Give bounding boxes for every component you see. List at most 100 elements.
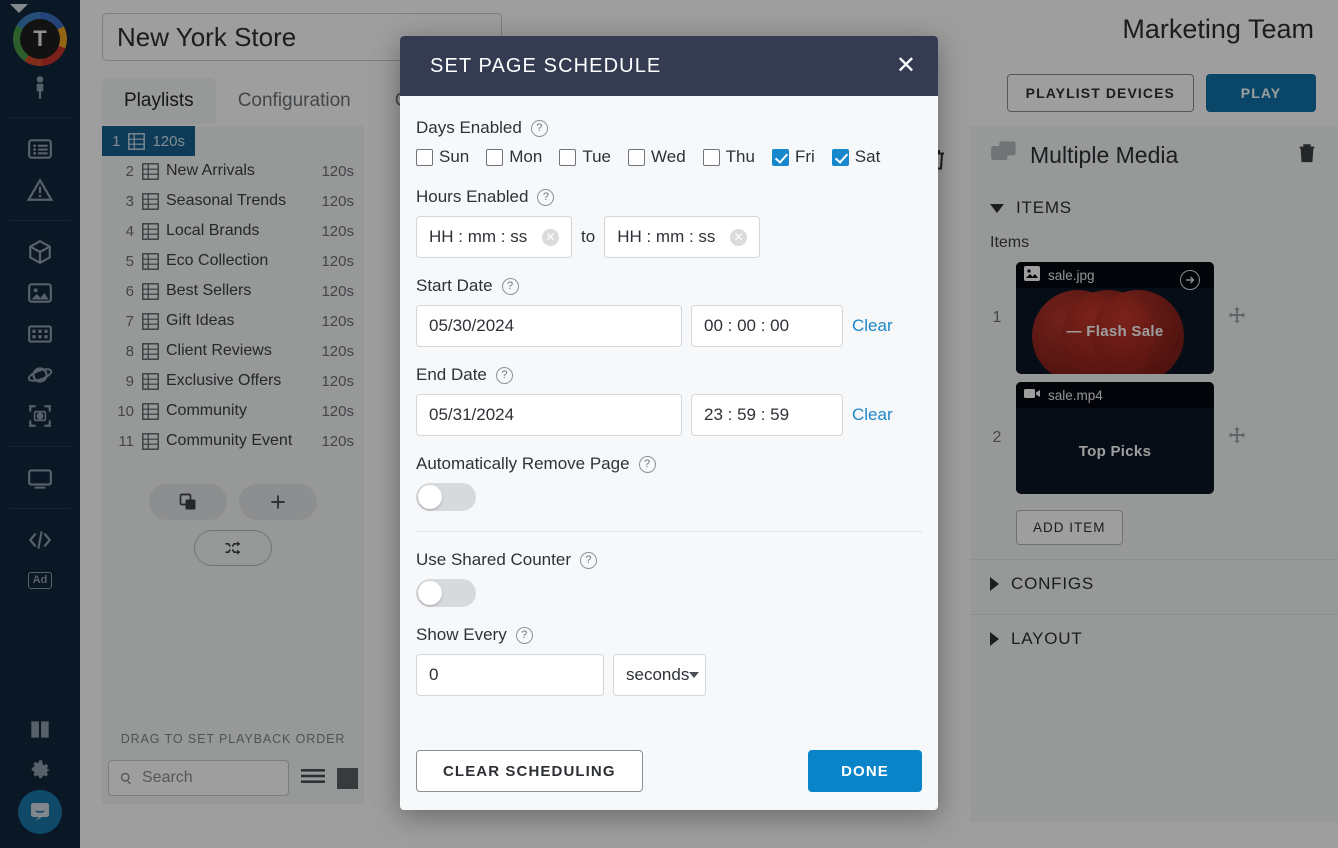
playlist-row[interactable]: 10 Community 120s [102, 396, 364, 426]
playlist-row[interactable]: 2 New Arrivals 120s [102, 156, 364, 186]
day-checkbox-sat[interactable]: Sat [831, 147, 881, 167]
ad-icon[interactable]: Ad [0, 560, 80, 601]
person-icon[interactable] [0, 66, 80, 107]
day-label: Sat [854, 147, 881, 166]
media-item-thumbnail[interactable]: sale.jpg — Flash Sale [1016, 262, 1214, 374]
end-time-input[interactable]: 23 : 59 : 59 [691, 394, 843, 436]
delete-component-icon[interactable] [1296, 142, 1318, 169]
end-date-input[interactable]: 05/31/2024 [416, 394, 682, 436]
help-icon[interactable]: ? [579, 551, 597, 569]
list-view-icon[interactable] [300, 766, 326, 791]
start-time-input[interactable]: 00 : 00 : 00 [691, 305, 843, 347]
intercom-icon[interactable] [18, 790, 62, 834]
shuffle-button[interactable] [194, 530, 272, 566]
day-checkbox-fri[interactable]: Fri [771, 147, 815, 167]
drag-handle-icon[interactable] [1226, 305, 1248, 332]
help-icon[interactable]: ? [501, 277, 519, 295]
properties-header: Multiple Media [970, 126, 1338, 184]
show-every-label: Show Every ? [416, 625, 922, 645]
toggle-knob [418, 485, 442, 509]
help-icon[interactable]: ? [495, 366, 513, 384]
grid-icon[interactable] [0, 313, 80, 354]
list-icon[interactable] [0, 128, 80, 169]
header-buttons: PLAYLIST DEVICES PLAY [1006, 74, 1316, 112]
duplicate-page-button[interactable] [149, 484, 227, 520]
day-checkbox-thu[interactable]: Thu [702, 147, 755, 167]
play-button[interactable]: PLAY [1206, 74, 1316, 112]
start-date-clear-link[interactable]: Clear [852, 316, 893, 336]
day-checkbox-tue[interactable]: Tue [559, 147, 611, 167]
page-grid-icon [142, 342, 159, 360]
screen-icon[interactable] [0, 457, 80, 498]
auto-remove-toggle[interactable] [416, 483, 476, 511]
start-date-row: 05/30/2024 00 : 00 : 00 Clear [416, 305, 922, 347]
image-icon[interactable] [0, 272, 80, 313]
help-icon[interactable]: ? [530, 119, 548, 137]
gear-icon[interactable] [0, 749, 80, 790]
day-label: Tue [582, 147, 611, 166]
day-checkbox-mon[interactable]: Mon [486, 147, 542, 167]
show-every-input[interactable]: 0 [416, 654, 604, 696]
avatar[interactable]: T [13, 12, 67, 66]
playlist-row-name: Client Reviews [166, 342, 272, 359]
end-date-clear-link[interactable]: Clear [852, 405, 893, 425]
book-icon[interactable] [0, 708, 80, 749]
playlist-row-name: Exclusive Offers [166, 372, 282, 389]
help-icon[interactable]: ? [537, 188, 555, 206]
close-icon[interactable]: ✕ [896, 54, 916, 78]
clear-icon[interactable]: ✕ [542, 228, 559, 246]
capture-icon[interactable] [0, 395, 80, 436]
day-checkbox-sun[interactable]: Sun [416, 147, 469, 167]
planet-icon[interactable] [0, 354, 80, 395]
page-grid-icon [142, 402, 159, 420]
hours-from-input[interactable]: HH : mm : ss ✕ [416, 216, 572, 258]
playlist-row-duration: 120s [321, 432, 354, 450]
hours-to-input[interactable]: HH : mm : ss ✕ [604, 216, 761, 258]
playlist-row[interactable]: 11 Community Event 120s [102, 426, 364, 456]
playlist-row[interactable]: 9 Exclusive Offers 120s [102, 366, 364, 396]
media-item-thumbnail[interactable]: sale.mp4 Top Picks [1016, 382, 1214, 494]
playlist-row[interactable]: 4 Local Brands 120s [102, 216, 364, 246]
show-every-text: Show Every [416, 625, 507, 644]
day-checkbox-wed[interactable]: Wed [628, 147, 686, 167]
playlist-row[interactable]: 8 Client Reviews 120s [102, 336, 364, 366]
divider [416, 531, 922, 532]
section-layout[interactable]: LAYOUT [970, 615, 1338, 655]
tab-configuration[interactable]: Configuration [216, 78, 373, 124]
hours-enabled-label: Hours Enabled ? [416, 187, 922, 207]
drag-handle-icon[interactable] [1226, 425, 1248, 452]
add-item-button[interactable]: ADD ITEM [1016, 510, 1123, 545]
media-item-row: 1 sale.jpg — Flash Sale [970, 258, 1338, 378]
playlist-devices-button[interactable]: PLAYLIST DEVICES [1006, 74, 1194, 112]
section-items[interactable]: ITEMS [970, 184, 1338, 224]
code-icon[interactable] [0, 519, 80, 560]
help-icon[interactable]: ? [515, 626, 533, 644]
cube-icon[interactable] [0, 231, 80, 272]
tab-playlists[interactable]: Playlists [102, 78, 216, 124]
playlist-row-duration: 120s [152, 132, 185, 150]
playlist-row[interactable]: 1Flash Sale120s [102, 126, 195, 156]
properties-title: Multiple Media [1030, 141, 1179, 168]
add-page-button[interactable] [239, 484, 317, 520]
help-icon[interactable]: ? [638, 455, 656, 473]
clear-scheduling-button[interactable]: CLEAR SCHEDULING [416, 750, 643, 792]
shared-counter-toggle[interactable] [416, 579, 476, 607]
playlist-row[interactable]: 6 Best Sellers 120s [102, 276, 364, 306]
playlist-row-number: 8 [125, 342, 134, 360]
done-button[interactable]: DONE [808, 750, 922, 792]
playlist-row[interactable]: 7 Gift Ideas 120s [102, 306, 364, 336]
grid-view-icon[interactable] [337, 767, 358, 789]
playlist-row[interactable]: 3 Seasonal Trends 120s [102, 186, 364, 216]
start-date-input[interactable]: 05/30/2024 [416, 305, 682, 347]
playlist-row-number: 7 [125, 312, 134, 330]
alert-triangle-icon[interactable] [0, 169, 80, 210]
search-input[interactable]: Search [108, 760, 289, 796]
playlist-row-duration: 120s [321, 282, 354, 300]
search-placeholder: Search [142, 769, 193, 786]
show-every-unit-select[interactable]: seconds [613, 654, 706, 696]
page-grid-icon [142, 282, 159, 300]
playlist-row[interactable]: 5 Eco Collection 120s [102, 246, 364, 276]
playlist-row-duration: 120s [321, 162, 354, 180]
section-configs[interactable]: CONFIGS [970, 560, 1338, 600]
clear-icon[interactable]: ✕ [730, 228, 748, 246]
